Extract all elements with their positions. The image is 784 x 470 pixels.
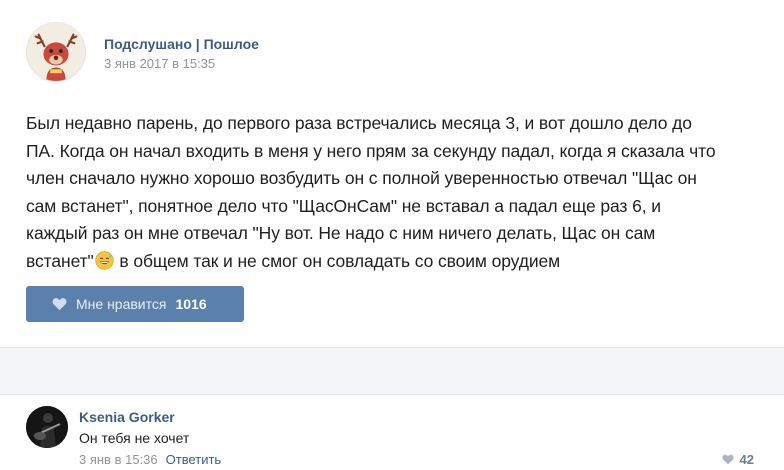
post-text-last-line: встанет" в общем так и не смог он совлад…	[26, 248, 746, 276]
comment-author-link[interactable]: Ksenia Gorker	[79, 409, 175, 425]
post-text-line: Был недавно парень, до первого раза встр…	[26, 113, 692, 133]
group-name-link[interactable]: Подслушано | Пошлое	[104, 36, 259, 52]
group-avatar[interactable]	[26, 22, 86, 82]
like-button-label: Мне нравится	[76, 296, 167, 312]
post-text-fragment: встанет"	[26, 250, 94, 271]
like-button[interactable]: Мне нравится 1016	[26, 286, 244, 322]
comment-date[interactable]: 3 янв в 15:36	[79, 452, 158, 467]
comment-meta: 3 янв в 15:36 Ответить	[79, 452, 221, 467]
post-date[interactable]: 3 янв 2017 в 15:35	[104, 56, 215, 71]
post-text-line: член сначало нужно хорошо возбудить он с…	[26, 168, 697, 188]
reindeer-avatar-icon	[27, 23, 85, 81]
post-text-line: ПА. Когда он начал входить в меня у него…	[26, 140, 716, 161]
comment-text: Он тебя не хочет	[79, 430, 190, 446]
post-text-line: каждый раз он мне отвечал "Ну вот. Не на…	[26, 223, 656, 243]
comments-divider	[0, 347, 784, 395]
post-text: Был недавно парень, до первого раза встр…	[26, 110, 746, 275]
comment-like-count: 42	[739, 452, 754, 467]
heart-icon	[721, 454, 734, 465]
like-count: 1016	[175, 296, 207, 312]
guitarist-avatar-icon	[26, 406, 68, 448]
comment-like-button[interactable]: 42	[721, 452, 754, 467]
grinning-sweat-emoji-icon	[94, 250, 114, 270]
commenter-avatar[interactable]	[26, 406, 68, 448]
reply-button[interactable]: Ответить	[166, 452, 222, 467]
post-text-line: сам встанет", понятное дело что "ЩасОнСа…	[26, 195, 661, 216]
comment-item: Ksenia Gorker Он тебя не хочет 3 янв в 1…	[26, 404, 766, 470]
post-text-fragment: в общем так и не смог он совладать со св…	[114, 250, 561, 271]
heart-icon	[52, 298, 67, 311]
